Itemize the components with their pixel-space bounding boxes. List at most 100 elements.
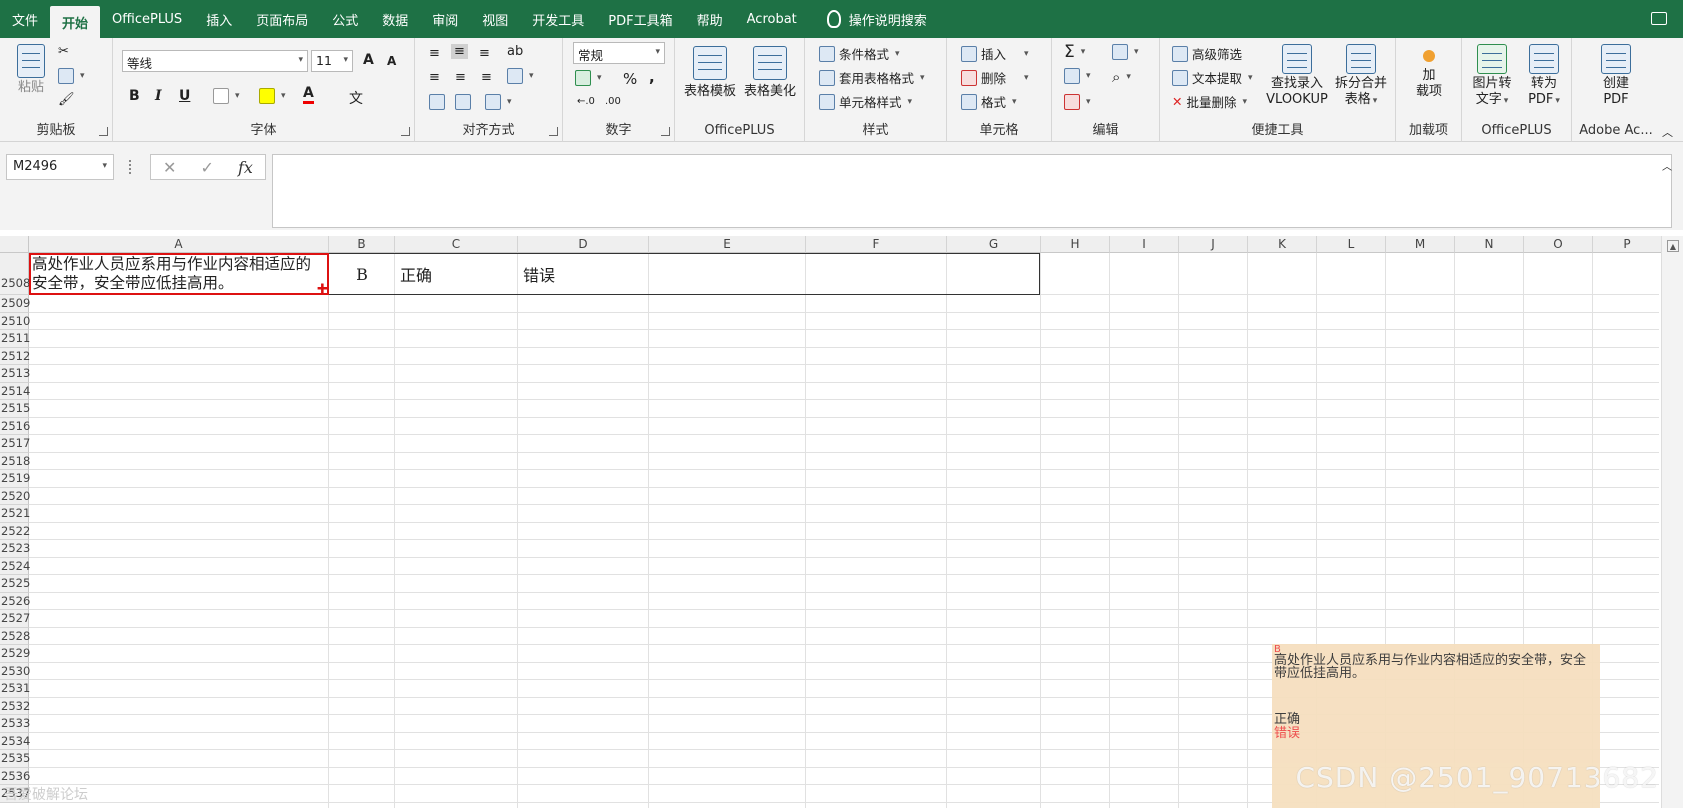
row-header-2532[interactable]: 2532 [0, 697, 30, 715]
tab-7[interactable]: 审阅 [420, 0, 470, 38]
convert-pdf-button[interactable]: 转为 PDF ▾ [1518, 44, 1570, 109]
create-pdf-button[interactable]: 创建 PDF [1586, 44, 1646, 108]
format-painter-icon[interactable]: 🖌 [58, 92, 75, 107]
column-header-D[interactable]: D [518, 236, 649, 253]
spreadsheet-grid[interactable]: A B C D E F G H I J K L M N O P 2508 2509 2510 2511 2512 2513… [0, 236, 1683, 808]
tab-8[interactable]: 视图 [470, 0, 520, 38]
cell-styles-button[interactable]: 单元格样式 ▾ [819, 92, 912, 111]
column-header-F[interactable]: F [806, 236, 947, 253]
align-left-icon[interactable]: ≡ [429, 70, 440, 85]
phonetic-button[interactable]: 文 [349, 88, 363, 108]
row-header-2512[interactable]: 2512 [0, 347, 30, 365]
collapse-ribbon-icon[interactable]: ︿ [1662, 124, 1673, 140]
split-merge-button[interactable]: 拆分合并 表格 ▾ [1328, 44, 1394, 109]
batch-delete-button[interactable]: ✕ 批量删除 ▾ [1172, 92, 1247, 111]
fill-icon[interactable]: ▾ [1064, 68, 1091, 84]
column-header-C[interactable]: C [395, 236, 518, 253]
shrink-font-button[interactable]: A [387, 54, 396, 68]
launcher-icon[interactable] [99, 127, 108, 136]
row-header-2515[interactable]: 2515 [0, 400, 30, 418]
delete-cells-button[interactable]: 删除 ▾ [961, 68, 1029, 87]
tab-4[interactable]: 页面布局 [244, 0, 320, 38]
row-header-2511[interactable]: 2511 [0, 330, 30, 348]
launcher-icon[interactable] [549, 127, 558, 136]
column-header-L[interactable]: L [1317, 236, 1386, 253]
row-header-2526[interactable]: 2526 [0, 592, 30, 610]
cell-D2508[interactable]: 错误 [523, 253, 649, 295]
cancel-icon[interactable]: ✕ [163, 158, 176, 177]
align-right-icon[interactable]: ≡ [481, 70, 492, 85]
column-header-H[interactable]: H [1041, 236, 1110, 253]
italic-button[interactable]: I [155, 88, 162, 104]
row-header-2522[interactable]: 2522 [0, 522, 30, 540]
orientation-icon[interactable]: ab [507, 44, 523, 59]
scroll-up-icon[interactable]: ▲ [1667, 240, 1679, 252]
tell-me-search[interactable]: 操作说明搜索 [826, 0, 927, 38]
font-color-button[interactable]: A [303, 86, 314, 104]
cell-B2508[interactable]: B [329, 253, 395, 295]
cut-icon[interactable]: ✂ [58, 44, 69, 59]
align-center-icon[interactable]: ≡ [455, 70, 466, 85]
row-header-2516[interactable]: 2516 [0, 417, 30, 435]
column-header-B[interactable]: B [329, 236, 395, 253]
confirm-icon[interactable]: ✓ [201, 158, 214, 177]
tab-2[interactable]: OfficePLUS [100, 0, 194, 38]
row-header-2509[interactable]: 2509 [0, 295, 30, 313]
launcher-icon[interactable] [661, 127, 670, 136]
comma-button[interactable]: , [649, 68, 655, 86]
insert-function-icon[interactable]: fx [238, 158, 253, 177]
row-header-2520[interactable]: 2520 [0, 487, 30, 505]
format-cells-button[interactable]: 格式 ▾ [961, 92, 1017, 111]
cell-C2508[interactable]: 正确 [400, 253, 518, 295]
row-header-2514[interactable]: 2514 [0, 382, 30, 400]
column-header-A[interactable]: A [29, 236, 329, 253]
decrease-decimal-icon[interactable]: .00 [605, 96, 621, 107]
row-header-2508[interactable]: 2508 [0, 253, 30, 295]
fill-handle-icon[interactable]: ✚ [317, 282, 328, 297]
launcher-icon[interactable] [401, 127, 410, 136]
underline-button[interactable]: U [179, 88, 190, 104]
tab-0[interactable]: 文件 [0, 0, 50, 38]
expand-formula-icon[interactable]: ︿ [1662, 158, 1672, 173]
number-format-select[interactable]: 常规 ▾ [573, 42, 665, 64]
tab-1[interactable]: 开始 [50, 6, 101, 38]
align-middle-icon[interactable]: ≡ [451, 44, 468, 59]
tab-3[interactable]: 插入 [194, 0, 244, 38]
column-header-E[interactable]: E [649, 236, 806, 253]
row-header-2519[interactable]: 2519 [0, 470, 30, 488]
currency-icon[interactable]: ▾ [575, 70, 602, 86]
merge-icon[interactable]: ▾ [507, 68, 534, 84]
increase-indent-icon[interactable] [455, 94, 471, 110]
align-bottom-icon[interactable]: ≡ [479, 46, 490, 61]
row-header-2528[interactable]: 2528 [0, 627, 30, 645]
bold-button[interactable]: B [129, 88, 140, 104]
vertical-scrollbar[interactable]: ▲ [1661, 236, 1683, 808]
table-beautify-button[interactable]: 表格美化 [741, 46, 799, 100]
border-icon[interactable]: ▾ [213, 88, 240, 104]
image-to-text-button[interactable]: 图片转 文字 ▾ [1466, 44, 1518, 109]
tab-12[interactable]: Acrobat [735, 0, 809, 38]
tab-11[interactable]: 帮助 [685, 0, 735, 38]
column-header-N[interactable]: N [1455, 236, 1524, 253]
wrap-text-icon[interactable]: ▾ [485, 94, 512, 110]
autosum-button[interactable]: Σ ▾ [1064, 42, 1085, 62]
conditional-format-button[interactable]: 条件格式 ▾ [819, 44, 900, 63]
copy-icon[interactable]: ▾ [58, 68, 85, 84]
percent-button[interactable]: % [623, 70, 637, 88]
tab-10[interactable]: PDF工具箱 [596, 0, 684, 38]
row-header-2529[interactable]: 2529 [0, 645, 30, 663]
row-header-2533[interactable]: 2533 [0, 715, 30, 733]
comment-icon[interactable] [1651, 12, 1667, 25]
paste-button[interactable]: 粘贴 [12, 44, 50, 96]
row-header-2534[interactable]: 2534 [0, 732, 30, 750]
advanced-filter-button[interactable]: 高级筛选 [1172, 44, 1242, 63]
tab-9[interactable]: 开发工具 [520, 0, 596, 38]
row-header-2527[interactable]: 2527 [0, 610, 30, 628]
column-header-M[interactable]: M [1386, 236, 1455, 253]
row-header-2536[interactable]: 2536 [0, 767, 30, 785]
row-header-2530[interactable]: 2530 [0, 662, 30, 680]
insert-cells-button[interactable]: 插入 ▾ [961, 44, 1029, 63]
decrease-indent-icon[interactable] [429, 94, 445, 110]
sort-filter-icon[interactable]: ▾ [1112, 44, 1139, 60]
row-header-2524[interactable]: 2524 [0, 557, 30, 575]
